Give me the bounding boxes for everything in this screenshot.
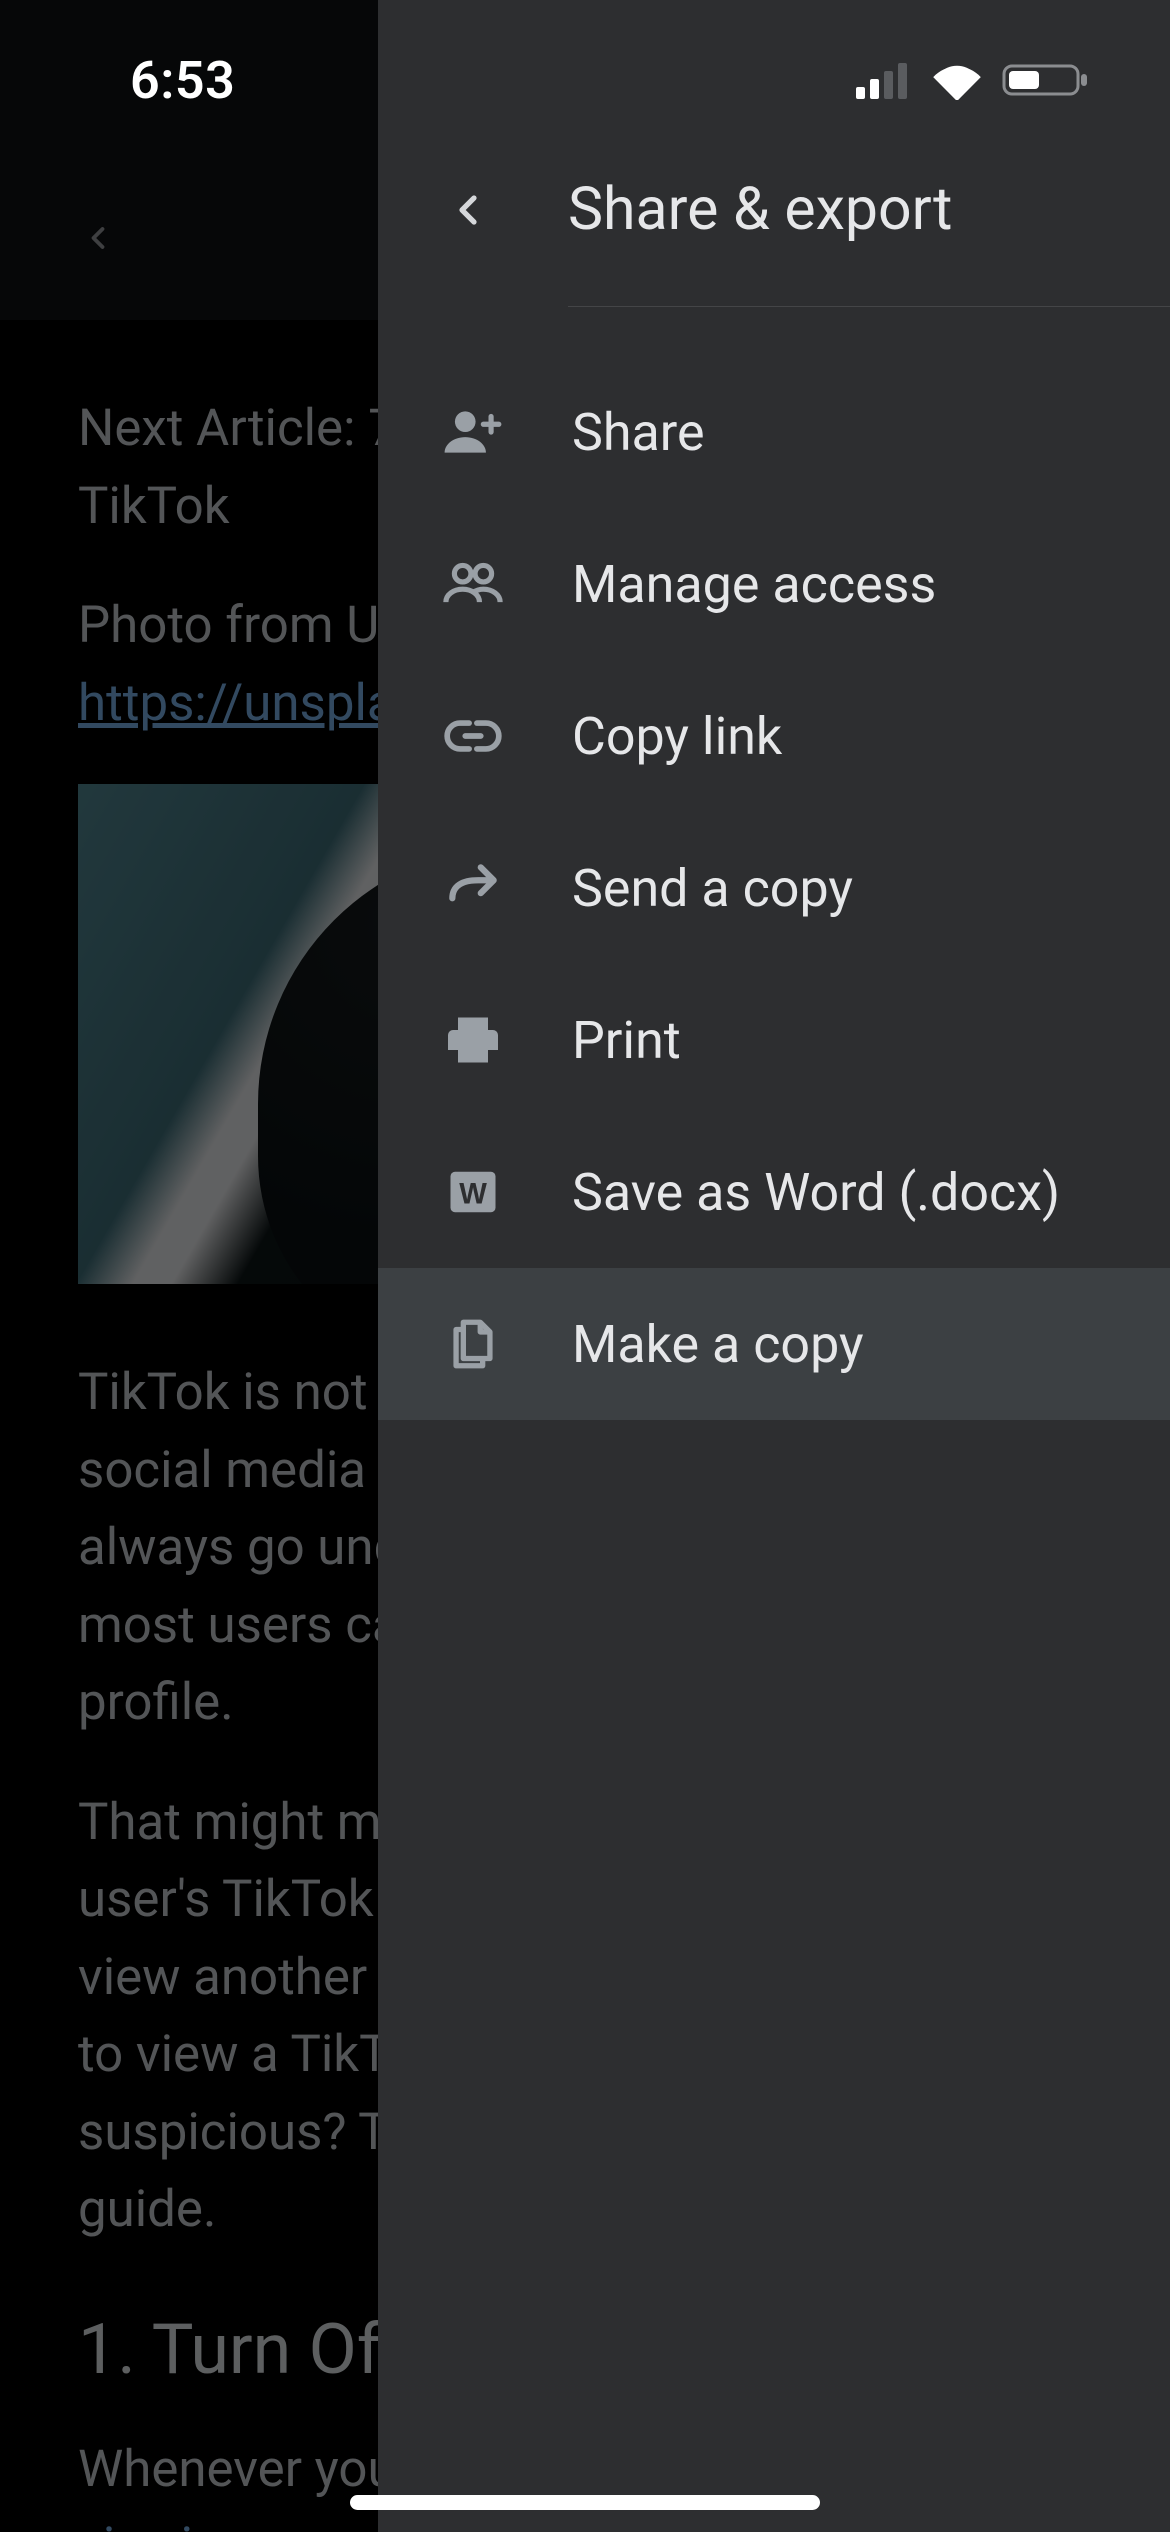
menu-item-copy-link[interactable]: Copy link: [378, 660, 1170, 812]
link-icon: [430, 705, 516, 767]
menu-item-print[interactable]: Print: [378, 964, 1170, 1116]
menu-item-send-copy[interactable]: Send a copy: [378, 812, 1170, 964]
battery-icon: [1002, 60, 1090, 100]
menu-label: Send a copy: [572, 858, 853, 919]
menu-label: Share: [572, 402, 705, 463]
wifi-icon: [930, 60, 984, 100]
menu-label: Manage access: [572, 554, 936, 615]
menu-label: Make a copy: [572, 1314, 864, 1375]
person-add-icon: [430, 401, 516, 463]
status-time: 6:53: [130, 50, 235, 111]
menu-label: Save as Word (.docx): [572, 1162, 1060, 1223]
share-export-panel: Share & export Share Manage access: [378, 0, 1170, 2532]
print-icon: [430, 1010, 516, 1070]
menu-item-manage-access[interactable]: Manage access: [378, 508, 1170, 660]
svg-text:W: W: [459, 1178, 487, 1210]
group-icon: [430, 553, 516, 615]
home-indicator[interactable]: [350, 2495, 820, 2510]
send-arrow-icon: [430, 857, 516, 919]
panel-title: Share & export: [568, 175, 952, 244]
word-doc-icon: W: [430, 1165, 516, 1219]
menu-item-save-as-word[interactable]: W Save as Word (.docx): [378, 1116, 1170, 1268]
status-right: [856, 60, 1090, 100]
menu-label: Copy link: [572, 706, 782, 767]
menu-label: Print: [572, 1010, 681, 1071]
divider: [568, 306, 1170, 307]
menu-list: Share Manage access Copy link Send a cop…: [378, 326, 1170, 1420]
cellular-icon: [856, 61, 912, 99]
menu-item-make-a-copy[interactable]: Make a copy: [378, 1268, 1170, 1420]
panel-back-button[interactable]: [428, 186, 508, 234]
status-bar: 6:53: [0, 0, 1170, 160]
copy-icon: [430, 1315, 516, 1373]
menu-item-share[interactable]: Share: [378, 356, 1170, 508]
